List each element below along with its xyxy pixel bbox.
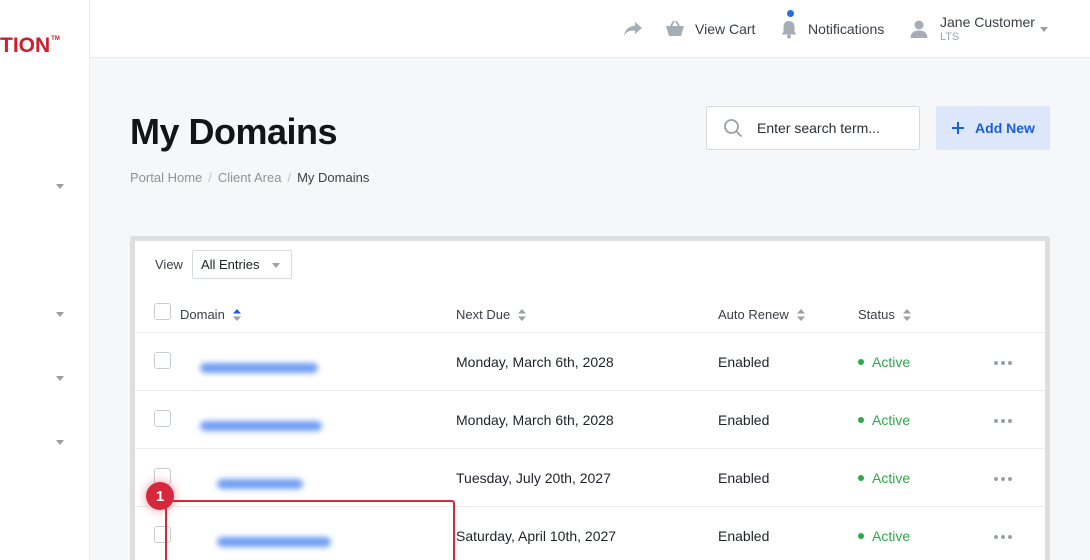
view-filter: View All Entries (155, 250, 292, 279)
add-new-button[interactable]: Add New (936, 106, 1050, 150)
row-checkbox[interactable] (154, 352, 171, 369)
more-options-icon[interactable] (994, 477, 1012, 481)
topbar: View Cart Notifications Jane Customer LT… (90, 0, 1090, 58)
status-dot-icon (858, 533, 864, 539)
status-badge: Active (858, 470, 910, 486)
breadcrumb-client-area[interactable]: Client Area (218, 170, 282, 185)
row-checkbox[interactable] (154, 410, 171, 427)
sort-icon (518, 308, 527, 321)
auto-renew-value: Enabled (718, 528, 770, 544)
annotation-highlight-box (165, 500, 455, 560)
page-title: My Domains (130, 111, 338, 152)
notifications-button[interactable]: Notifications (780, 0, 884, 58)
notification-badge (787, 10, 794, 17)
more-options-icon[interactable] (994, 361, 1012, 365)
status-dot-icon (858, 359, 864, 365)
row-divider (135, 448, 1045, 449)
search-icon (724, 119, 743, 138)
status-badge: Active (858, 354, 910, 370)
status-dot-icon (858, 417, 864, 423)
row-divider (135, 390, 1045, 391)
view-cart-label: View Cart (695, 21, 756, 37)
share-button[interactable] (623, 0, 643, 58)
status-badge: Active (858, 412, 910, 428)
breadcrumb-current: My Domains (297, 170, 370, 185)
brand-logo[interactable]: TIONTM (0, 34, 60, 58)
column-header-next-due[interactable]: Next Due (456, 307, 527, 322)
notifications-label: Notifications (808, 21, 885, 37)
chevron-down-icon[interactable] (1040, 27, 1048, 32)
redacted-domain-name[interactable] (200, 421, 322, 431)
search-input[interactable] (757, 120, 907, 136)
row-divider (135, 332, 1045, 333)
view-selected-value: All Entries (200, 257, 260, 272)
status-badge: Active (858, 528, 910, 544)
share-arrow-icon (624, 22, 642, 36)
breadcrumb-portal-home[interactable]: Portal Home (130, 170, 202, 185)
sort-icon (796, 308, 805, 321)
column-header-domain[interactable]: Domain (180, 307, 241, 322)
sort-icon (232, 308, 241, 321)
column-header-status[interactable]: Status (858, 307, 911, 322)
more-options-icon[interactable] (994, 535, 1012, 539)
select-all-checkbox[interactable] (154, 303, 171, 320)
auto-renew-value: Enabled (718, 470, 770, 486)
next-due-date: Monday, March 6th, 2028 (456, 412, 614, 428)
plus-icon (952, 122, 965, 134)
chevron-down-icon (271, 263, 280, 268)
user-company: LTS (940, 31, 960, 43)
sort-icon (902, 308, 911, 321)
sidebar-caret-icon[interactable] (56, 440, 64, 445)
breadcrumb-separator: / (208, 170, 212, 185)
annotation-number-badge: 1 (146, 482, 174, 510)
column-header-auto-renew[interactable]: Auto Renew (718, 307, 805, 322)
breadcrumb-separator: / (287, 170, 292, 185)
user-avatar-icon (910, 20, 928, 38)
next-due-date: Monday, March 6th, 2028 (456, 354, 614, 370)
next-due-date: Saturday, April 10th, 2027 (456, 528, 617, 544)
view-select[interactable]: All Entries (191, 250, 292, 279)
more-options-icon[interactable] (994, 419, 1012, 423)
auto-renew-value: Enabled (718, 354, 770, 370)
redacted-domain-name[interactable] (200, 363, 318, 373)
user-name: Jane Customer (940, 14, 1035, 30)
redacted-domain-name[interactable] (217, 479, 303, 489)
bell-icon (781, 21, 797, 39)
status-dot-icon (858, 475, 864, 481)
auto-renew-value: Enabled (718, 412, 770, 428)
search-box[interactable] (706, 106, 920, 150)
add-new-label: Add New (975, 120, 1035, 136)
user-menu[interactable]: Jane Customer LTS (910, 0, 1035, 58)
sidebar-caret-icon[interactable] (56, 312, 64, 317)
view-label: View (155, 257, 183, 272)
sidebar-caret-icon[interactable] (56, 376, 64, 381)
breadcrumb: Portal Home / Client Area / My Domains (130, 170, 369, 185)
next-due-date: Tuesday, July 20th, 2027 (456, 470, 611, 486)
cart-basket-icon (666, 20, 684, 36)
sidebar-caret-icon[interactable] (56, 184, 64, 189)
view-cart-button[interactable]: View Cart (665, 0, 755, 58)
sidebar: TIONTM (0, 0, 90, 560)
